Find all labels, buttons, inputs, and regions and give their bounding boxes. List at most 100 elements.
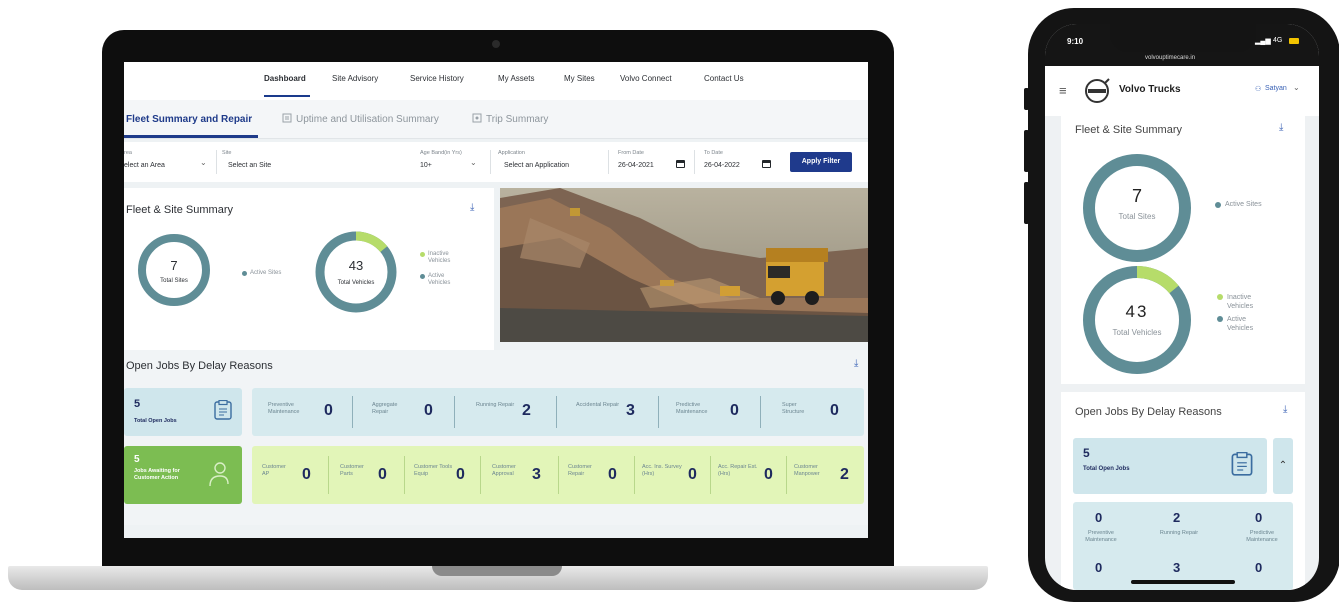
reason-value[interactable]: 0 — [302, 466, 311, 484]
tab-uptime[interactable]: Uptime and Utilisation Summary — [296, 114, 439, 125]
divider — [786, 456, 787, 494]
user-menu[interactable]: Satyan — [1265, 85, 1287, 92]
collapse-button[interactable]: ⌃ — [1273, 438, 1293, 494]
phone-total-count: 5 — [1083, 446, 1090, 460]
hamburger-menu-icon[interactable]: ≡ — [1059, 83, 1067, 98]
reason-value[interactable]: 0 — [608, 466, 617, 484]
reason-label: Customer Repair — [568, 464, 592, 477]
reason-value[interactable]: 0 — [424, 402, 433, 420]
reason-value[interactable]: 0 — [456, 466, 465, 484]
total-open-jobs-tile[interactable]: 5 Total Open Jobs — [124, 388, 242, 436]
download-icon[interactable]: ⤓ — [1283, 404, 1287, 415]
clipboard-icon — [1231, 452, 1253, 476]
from-date-label: From Date — [618, 150, 644, 156]
divider — [352, 396, 353, 428]
nav-service-history[interactable]: Service History — [410, 74, 464, 83]
reason-label: Customer Approval — [492, 464, 516, 477]
divider — [556, 396, 557, 428]
nav-volvo-connect[interactable]: Volvo Connect — [620, 74, 672, 83]
ageband-filter[interactable]: 10+ — [420, 162, 432, 169]
reason-value[interactable]: 0 — [688, 466, 697, 484]
grid-value[interactable]: 3 — [1173, 560, 1180, 575]
fleet-summary-card: Fleet & Site Summary ⤓ 7 Total Sites Act… — [124, 188, 494, 354]
reason-label: Predictive Maintenance — [676, 402, 708, 415]
battery-icon — [1289, 38, 1299, 44]
filter-bar: rea elect an Area ⌄ Site Select an Site … — [124, 142, 868, 182]
open-jobs-section: Open Jobs By Delay Reasons ⤓ 5 Total Ope… — [124, 350, 868, 525]
phone-sites-count: 7 — [1131, 186, 1142, 206]
reason-label: Preventive Maintenance — [268, 402, 300, 415]
phone-sites-legend: Active Sites — [1225, 201, 1262, 208]
reason-label: Customer Manpower — [794, 464, 820, 477]
grid-value[interactable]: 2 — [1173, 510, 1180, 525]
phone-screen: 9:10 ▂▄▆ 4G volvouptimecare.in ≡ Volvo T… — [1045, 24, 1319, 590]
reason-value[interactable]: 0 — [324, 402, 333, 420]
legend-dot — [420, 252, 425, 257]
legend-dot — [420, 274, 425, 279]
delay-reasons-row: Preventive Maintenance 0 Aggregate Repai… — [252, 388, 864, 436]
chevron-down-icon[interactable]: ⌄ — [1293, 83, 1300, 92]
application-filter-label: Application — [498, 150, 525, 156]
phone-fleet-card: Fleet & Site Summary ⤓ 7 Total Sites Act… — [1061, 116, 1305, 384]
trip-tab-icon — [472, 113, 482, 126]
reason-label: Super Structure — [782, 402, 805, 415]
to-date-field[interactable]: 26-04-2022 — [704, 162, 740, 169]
nav-my-sites[interactable]: My Sites — [564, 74, 595, 83]
url-bar[interactable]: volvouptimecare.in — [1145, 55, 1195, 61]
calendar-icon[interactable] — [762, 160, 771, 168]
application-filter[interactable]: Select an Application — [504, 162, 569, 169]
chevron-down-icon[interactable]: ⌄ — [200, 158, 207, 167]
person-icon — [209, 462, 229, 487]
chevron-down-icon[interactable]: ⌄ — [470, 158, 477, 167]
divider — [658, 396, 659, 428]
grid-label: Predictive Maintenance — [1246, 530, 1278, 543]
grid-value[interactable]: 0 — [1255, 560, 1262, 575]
nav-my-assets[interactable]: My Assets — [498, 74, 534, 83]
phone-jobs-card: Open Jobs By Delay Reasons ⤓ 5 Total Ope… — [1061, 392, 1305, 590]
calendar-icon[interactable] — [676, 160, 685, 168]
site-filter-label: Site — [222, 150, 232, 156]
phone-total-open-jobs-tile[interactable]: 5 Total Open Jobs — [1073, 438, 1267, 494]
nav-dashboard[interactable]: Dashboard — [264, 74, 306, 83]
reason-value[interactable]: 0 — [830, 402, 839, 420]
download-icon[interactable]: ⤓ — [470, 202, 474, 213]
grid-value[interactable]: 0 — [1095, 560, 1102, 575]
reason-value[interactable]: 3 — [532, 466, 541, 484]
phone-time: 9:10 — [1067, 37, 1084, 46]
reason-value[interactable]: 2 — [840, 466, 849, 484]
sites-count: 7 — [170, 258, 178, 273]
divider — [608, 150, 609, 174]
apply-filter-button[interactable]: Apply Filter — [790, 152, 852, 172]
divider — [454, 396, 455, 428]
awaiting-customer-tile[interactable]: 5 Jobs Awaiting for Customer Action — [124, 446, 242, 504]
reason-value[interactable]: 0 — [730, 402, 739, 420]
grid-value[interactable]: 0 — [1255, 510, 1262, 525]
site-filter[interactable]: Select an Site — [228, 162, 271, 169]
reason-value[interactable]: 0 — [378, 466, 387, 484]
from-date-field[interactable]: 26-04-2021 — [618, 162, 654, 169]
user-icon: ⚇ — [1255, 86, 1262, 93]
uptime-tab-icon — [282, 113, 292, 126]
sites-label: Total Sites — [160, 278, 188, 284]
reason-value[interactable]: 3 — [626, 402, 635, 420]
nav-contact-us[interactable]: Contact Us — [704, 74, 744, 83]
phone-sites-label: Total Sites — [1118, 212, 1156, 221]
divider — [710, 456, 711, 494]
brand-name: Volvo Trucks — [1119, 84, 1181, 95]
download-icon[interactable]: ⤓ — [1279, 122, 1283, 133]
home-indicator[interactable] — [1131, 580, 1235, 584]
tab-trip-summary[interactable]: Trip Summary — [486, 114, 548, 125]
tab-bar: Fleet Summary and Repair Uptime and Util… — [124, 100, 868, 139]
grid-value[interactable]: 0 — [1095, 510, 1102, 525]
tab-fleet-summary[interactable]: Fleet Summary and Repair — [126, 114, 252, 125]
download-icon[interactable]: ⤓ — [854, 358, 858, 369]
phone-vehicles-count: 43 — [1125, 302, 1149, 321]
volvo-logo-icon — [1085, 78, 1110, 103]
area-filter[interactable]: elect an Area — [124, 162, 165, 169]
laptop-camera — [492, 40, 500, 48]
phone-fleet-title: Fleet & Site Summary — [1075, 124, 1182, 136]
reason-value[interactable]: 0 — [764, 466, 773, 484]
total-open-jobs-label: Total Open Jobs — [134, 418, 177, 424]
nav-site-advisory[interactable]: Site Advisory — [332, 74, 378, 83]
reason-value[interactable]: 2 — [522, 402, 531, 420]
